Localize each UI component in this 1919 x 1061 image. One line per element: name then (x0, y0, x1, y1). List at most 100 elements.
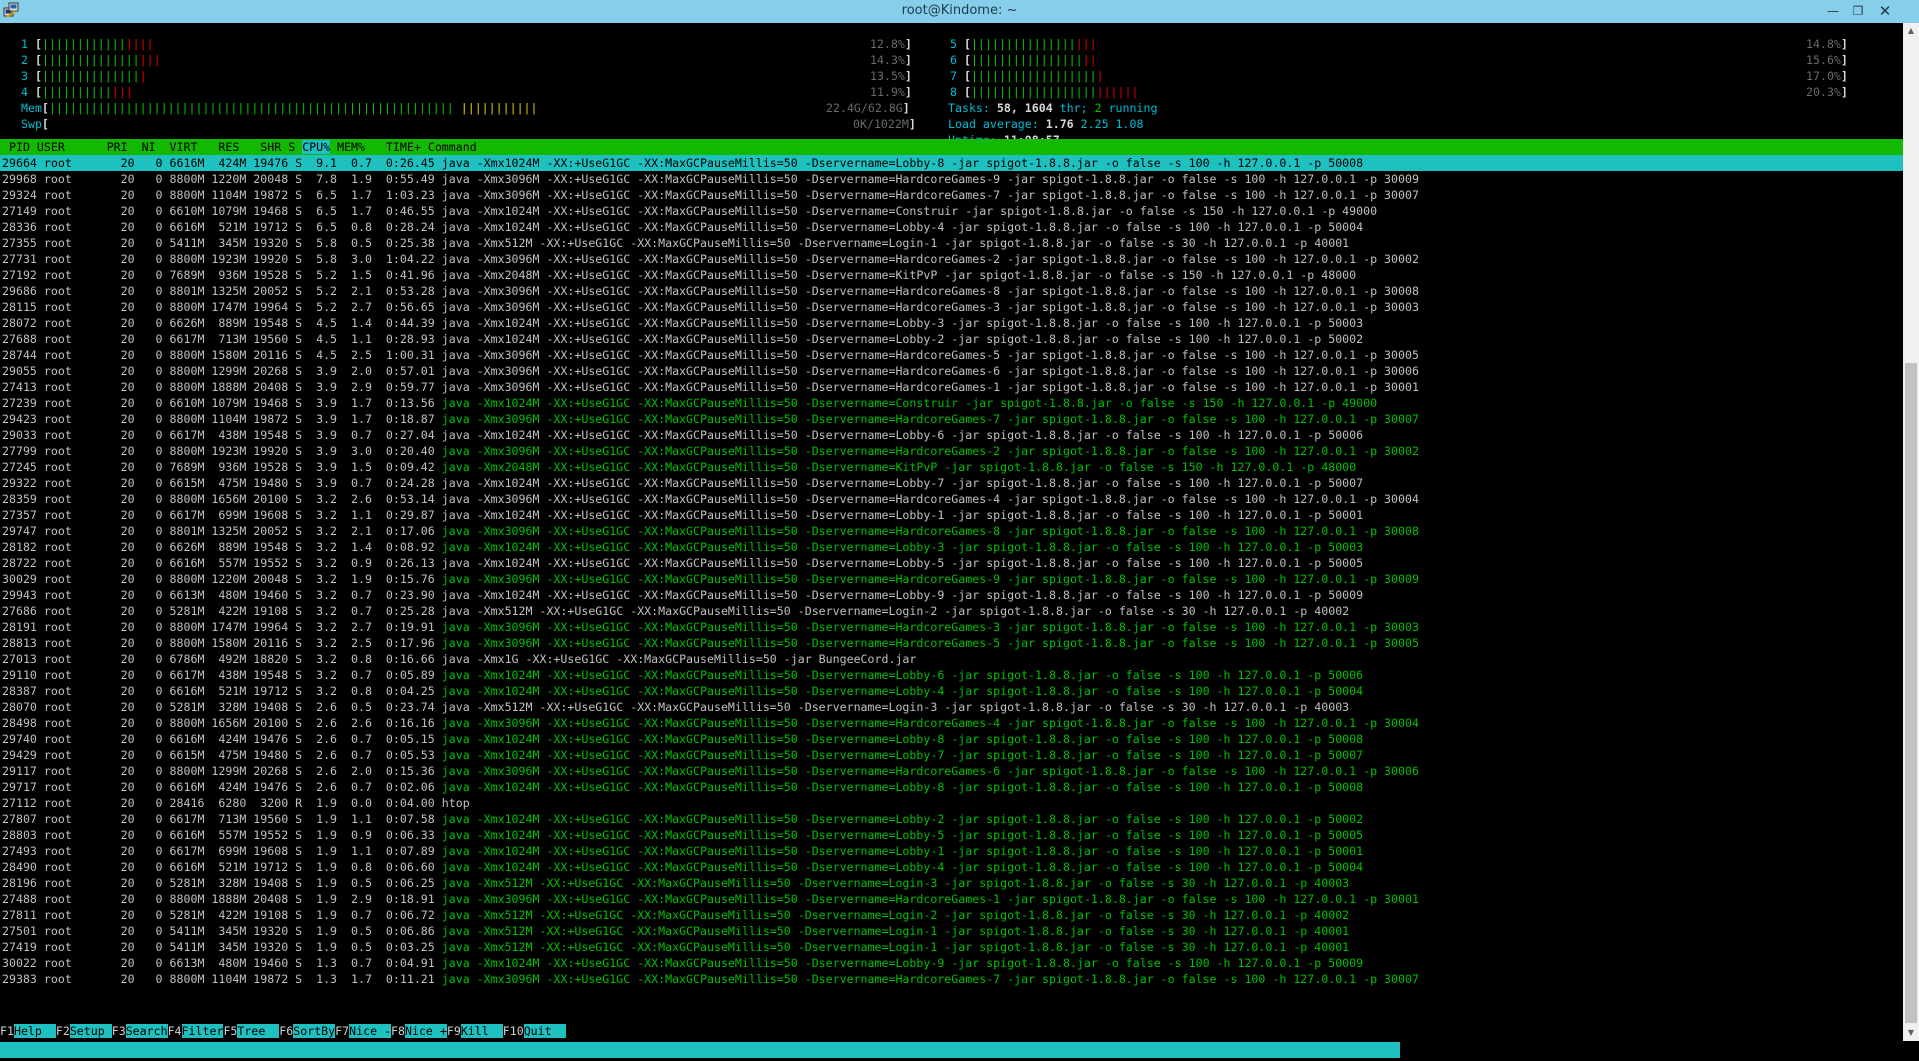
table-row[interactable]: 27419 root 20 0 5411M 345M 19320 S 1.9 0… (2, 939, 1349, 955)
table-row[interactable]: 27192 root 20 0 7689M 936M 19528 S 5.2 1… (2, 267, 1356, 283)
table-row[interactable]: 27799 root 20 0 8800M 1923M 19920 S 3.9 … (2, 443, 1419, 459)
row-command: java -Xmx1024M -XX:+UseG1GC -XX:MaxGCPau… (441, 508, 1364, 522)
table-row[interactable]: 28182 root 20 0 6626M 889M 19548 S 3.2 1… (2, 539, 1363, 555)
process-table-header: PID USER PRI NI VIRT RES SHR S CPU% MEM%… (0, 139, 1903, 155)
fkey-f9-button[interactable]: F9Kill (446, 1023, 503, 1039)
scroll-down-icon[interactable]: ▼ (1903, 1025, 1919, 1041)
swap-value-text: 0K/1022M (853, 117, 909, 131)
table-row[interactable]: 27239 root 20 0 6610M 1079M 19468 S 3.9 … (2, 395, 1377, 411)
fkey-f8-button[interactable]: F8Nice + (391, 1023, 447, 1039)
terminal-area[interactable]: 1 [|||||||||||||||| 12.8%] 2 [|||||||||||… (0, 23, 1903, 1058)
scroll-up-icon[interactable]: ▲ (1903, 23, 1919, 39)
table-row[interactable]: 29747 root 20 0 8801M 1325M 20052 S 3.2 … (2, 523, 1419, 539)
fkey-f2-button[interactable]: F2Setup (55, 1023, 112, 1039)
table-row[interactable]: 27488 root 20 0 8800M 1888M 20408 S 1.9 … (2, 891, 1419, 907)
table-row[interactable]: 28359 root 20 0 8800M 1656M 20100 S 3.2 … (2, 491, 1419, 507)
table-row[interactable]: 27149 root 20 0 6610M 1079M 19468 S 6.5 … (2, 203, 1377, 219)
table-row[interactable]: 29740 root 20 0 6616M 424M 19476 S 2.6 0… (2, 731, 1363, 747)
meter-bracket: [ (34, 69, 42, 83)
fkey-f6-button[interactable]: F6SortBy (279, 1023, 336, 1039)
table-row[interactable]: 28490 root 20 0 6616M 521M 19712 S 1.9 0… (2, 859, 1363, 875)
table-row[interactable]: 29717 root 20 0 6616M 424M 19476 S 2.6 0… (2, 779, 1363, 795)
row-stats: 27245 root 20 0 7689M 936M 19528 S 3.9 1… (2, 460, 442, 474)
table-row[interactable]: 28115 root 20 0 8800M 1747M 19964 S 5.2 … (2, 299, 1419, 315)
row-stats: 27192 root 20 0 7689M 936M 19528 S 5.2 1… (2, 268, 442, 282)
column-header-res[interactable]: RES (211, 140, 253, 154)
table-row[interactable]: 29686 root 20 0 8801M 1325M 20052 S 5.2 … (2, 283, 1419, 299)
table-row[interactable]: 27501 root 20 0 5411M 345M 19320 S 1.9 0… (2, 923, 1349, 939)
column-header-user[interactable]: USER (30, 140, 107, 154)
scrollbar-thumb[interactable] (1905, 363, 1917, 1023)
fkey-f1-button[interactable]: F1Help (0, 1023, 56, 1039)
table-row[interactable]: 29033 root 20 0 6617M 438M 19548 S 3.9 0… (2, 427, 1363, 443)
table-row[interactable]: 27013 root 20 0 6786M 492M 18820 S 3.2 0… (2, 651, 916, 667)
table-row[interactable]: 28803 root 20 0 6616M 557M 19552 S 1.9 0… (2, 827, 1363, 843)
column-header-time[interactable]: TIME+ (386, 140, 428, 154)
table-row[interactable]: 30022 root 20 0 6613M 480M 19460 S 1.3 0… (2, 955, 1363, 971)
meter-bracket: [ (41, 117, 49, 131)
table-row[interactable]: 29117 root 20 0 8800M 1299M 20268 S 2.6 … (2, 763, 1419, 779)
column-header-virt[interactable]: VIRT (163, 140, 212, 154)
table-row[interactable]: 27688 root 20 0 6617M 713M 19560 S 4.5 1… (2, 331, 1363, 347)
meter-bracket: [ (963, 85, 971, 99)
row-command: java -Xmx3096M -XX:+UseG1GC -XX:MaxGCPau… (441, 188, 1419, 202)
table-row[interactable]: 29423 root 20 0 8800M 1104M 19872 S 3.9 … (2, 411, 1419, 427)
table-row[interactable]: 27355 root 20 0 5411M 345M 19320 S 5.8 0… (2, 235, 1349, 251)
column-header-pri[interactable]: PRI (107, 140, 135, 154)
column-header-ni[interactable]: NI (135, 140, 163, 154)
row-command: java -Xmx3096M -XX:+UseG1GC -XX:MaxGCPau… (441, 412, 1419, 426)
column-header-pid[interactable]: PID (2, 140, 30, 154)
table-row[interactable]: 27807 root 20 0 6617M 713M 19560 S 1.9 1… (2, 811, 1363, 827)
table-row[interactable]: 27493 root 20 0 6617M 699M 19608 S 1.9 1… (2, 843, 1363, 859)
table-row[interactable]: 29055 root 20 0 8800M 1299M 20268 S 3.9 … (2, 363, 1419, 379)
table-row[interactable]: 29383 root 20 0 8800M 1104M 19872 S 1.3 … (2, 971, 1419, 987)
column-header-shr[interactable]: SHR (253, 140, 288, 154)
table-row[interactable]: 29429 root 20 0 6615M 475M 19480 S 2.6 0… (2, 747, 1363, 763)
table-row[interactable]: 28387 root 20 0 6616M 521M 19712 S 3.2 0… (2, 683, 1363, 699)
column-header-mem[interactable]: MEM% (330, 140, 386, 154)
table-row[interactable]: 27731 root 20 0 8800M 1923M 19920 S 5.8 … (2, 251, 1419, 267)
table-row[interactable]: 28744 root 20 0 8800M 1580M 20116 S 4.5 … (2, 347, 1419, 363)
close-icon[interactable]: ✕ (1874, 2, 1896, 20)
vertical-scrollbar[interactable]: ▲ ▼ (1903, 23, 1919, 1041)
table-row[interactable]: 28722 root 20 0 6616M 557M 19552 S 3.2 0… (2, 555, 1363, 571)
table-row[interactable]: 29664 root 20 0 6616M 424M 19476 S 9.1 0… (2, 155, 1363, 171)
table-row[interactable]: 27811 root 20 0 5281M 422M 19108 S 1.9 0… (2, 907, 1349, 923)
table-row[interactable]: 28070 root 20 0 5281M 328M 19408 S 2.6 0… (2, 699, 1349, 715)
cpu-bar-system: |||||| (1096, 85, 1139, 99)
minimize-icon[interactable]: — (1822, 2, 1844, 20)
table-row[interactable]: 28336 root 20 0 6616M 521M 19712 S 6.5 0… (2, 219, 1363, 235)
table-row[interactable]: 27357 root 20 0 6617M 699M 19608 S 3.2 1… (2, 507, 1363, 523)
cpu-percent-6: 15.6%] (1806, 52, 1848, 68)
table-row[interactable]: 29322 root 20 0 6615M 475M 19480 S 3.9 0… (2, 475, 1363, 491)
table-row[interactable]: 28072 root 20 0 6626M 889M 19548 S 4.5 1… (2, 315, 1363, 331)
table-row[interactable]: 27245 root 20 0 7689M 936M 19528 S 3.9 1… (2, 459, 1356, 475)
fkey-f10-button[interactable]: F10Quit (502, 1023, 566, 1039)
table-row[interactable]: 27112 root 20 0 28416 6280 3200 R 1.9 0.… (2, 795, 470, 811)
column-header-command[interactable]: Command (428, 140, 477, 154)
table-row[interactable]: 27686 root 20 0 5281M 422M 19108 S 3.2 0… (2, 603, 1349, 619)
row-command: java -Xmx512M -XX:+UseG1GC -XX:MaxGCPaus… (441, 924, 1350, 938)
table-row[interactable]: 28813 root 20 0 8800M 1580M 20116 S 3.2 … (2, 635, 1419, 651)
table-row[interactable]: 29110 root 20 0 6617M 438M 19548 S 3.2 0… (2, 667, 1363, 683)
table-row[interactable]: 28191 root 20 0 8800M 1747M 19964 S 3.2 … (2, 619, 1419, 635)
maximize-icon[interactable]: ❐ (1847, 2, 1869, 20)
table-row[interactable]: 28196 root 20 0 5281M 328M 19408 S 1.9 0… (2, 875, 1349, 891)
fkey-f4-button[interactable]: F4Filter (167, 1023, 224, 1039)
row-stats: 29747 root 20 0 8801M 1325M 20052 S 3.2 … (2, 524, 442, 538)
table-row[interactable]: 27413 root 20 0 8800M 1888M 20408 S 3.9 … (2, 379, 1419, 395)
table-row[interactable]: 28498 root 20 0 8800M 1656M 20100 S 2.6 … (2, 715, 1419, 731)
table-row[interactable]: 29943 root 20 0 6613M 480M 19460 S 3.2 0… (2, 587, 1363, 603)
row-stats: 27112 root 20 0 28416 6280 3200 R 1.9 0.… (2, 796, 442, 810)
fkey-f7-button[interactable]: F7Nice - (335, 1023, 392, 1039)
fkey-f3-button[interactable]: F3Search (111, 1023, 168, 1039)
cpu-percent-value: 17.0% (1806, 69, 1841, 83)
meter-bracket: [ (34, 37, 42, 51)
row-stats: 27807 root 20 0 6617M 713M 19560 S 1.9 1… (2, 812, 442, 826)
column-header-s[interactable]: S (288, 140, 302, 154)
table-row[interactable]: 29324 root 20 0 8800M 1104M 19872 S 6.5 … (2, 187, 1419, 203)
column-header-cpu[interactable]: CPU% (302, 140, 331, 154)
table-row[interactable]: 29968 root 20 0 8800M 1220M 20048 S 7.8 … (2, 171, 1419, 187)
fkey-f5-button[interactable]: F5Tree (223, 1023, 280, 1039)
table-row[interactable]: 30029 root 20 0 8800M 1220M 20048 S 3.2 … (2, 571, 1419, 587)
